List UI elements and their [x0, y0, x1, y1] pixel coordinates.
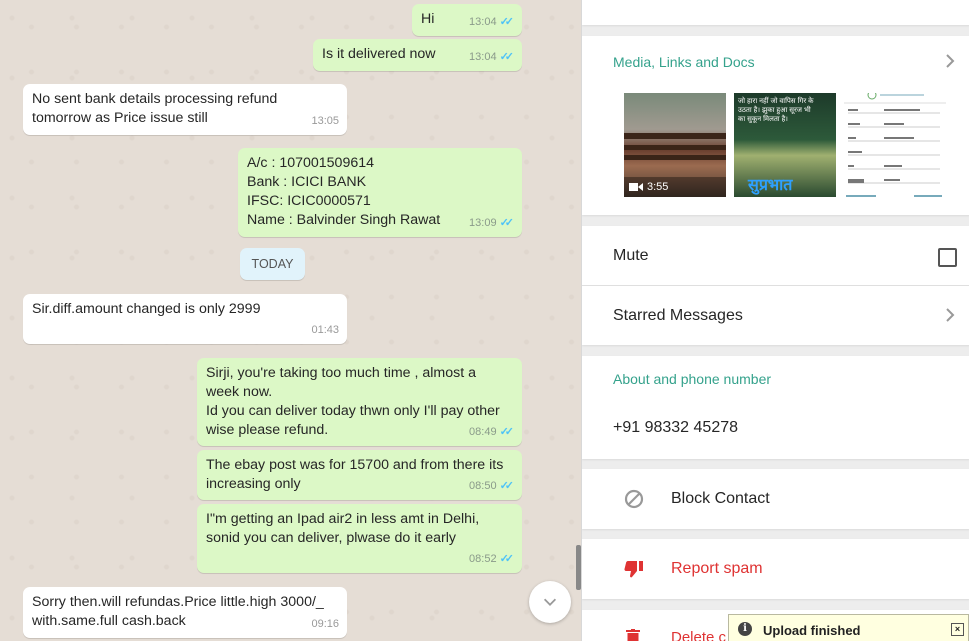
- chevron-right-icon[interactable]: [944, 54, 956, 73]
- message-text: Sirji, you're taking too much time , alm…: [206, 365, 500, 438]
- video-camera-icon: [629, 183, 643, 191]
- report-spam-label: Report spam: [671, 560, 763, 577]
- thumbs-down-icon: [624, 561, 643, 578]
- delete-chat-label: Delete c: [671, 629, 727, 641]
- media-thumbnail-document[interactable]: [844, 93, 946, 197]
- message-text: No sent bank details processing refund t…: [32, 91, 278, 126]
- message-meta: 13:05: [311, 112, 339, 131]
- message-time: 13:04: [469, 51, 497, 63]
- starred-messages-label: Starred Messages: [613, 307, 743, 324]
- contact-info-pane: Media, Links and Docs 3:55 जो हारा नहीं …: [581, 0, 969, 641]
- message-bubble[interactable]: Hi 13:04 ✓✓: [412, 4, 522, 36]
- chat-pane[interactable]: Hi 13:04 ✓✓ Is it delivered now 13:04 ✓✓ N…: [0, 0, 581, 641]
- media-thumbnail-image[interactable]: जो हारा नहीं जो वापिस गिर के उठता है। झु…: [734, 93, 836, 197]
- message-meta: 08:49 ✓✓: [469, 423, 514, 442]
- block-contact-label: Block Contact: [671, 490, 770, 507]
- message-bubble[interactable]: The ebay post was for 15700 and from the…: [197, 450, 522, 500]
- info-icon: i: [738, 622, 752, 636]
- about-section-title: About and phone number: [613, 371, 772, 387]
- read-ticks-icon: ✓✓: [499, 51, 515, 63]
- message-bubble[interactable]: Sir.diff.amount changed is only 2999 01:…: [23, 294, 347, 344]
- message-bubble[interactable]: A/c : 107001509614 Bank : ICICI BANK IFS…: [238, 148, 522, 237]
- starred-messages-row[interactable]: Starred Messages: [582, 286, 969, 345]
- mute-label: Mute: [613, 247, 649, 264]
- message-meta: 09:16: [311, 615, 339, 634]
- message-time: 08:50: [469, 480, 497, 492]
- message-text: Sorry then.will refundas.Price little.hi…: [32, 594, 324, 629]
- image-title: सुप्रभात: [748, 177, 793, 194]
- mute-row[interactable]: Mute: [582, 226, 969, 285]
- scroll-to-bottom-button[interactable]: [529, 581, 571, 623]
- message-bubble[interactable]: No sent bank details processing refund t…: [23, 84, 347, 135]
- read-ticks-icon: ✓✓: [499, 16, 515, 28]
- chevron-down-icon: [543, 598, 557, 606]
- upload-status-text: Upload finished: [763, 623, 861, 638]
- mute-checkbox[interactable]: [938, 248, 957, 267]
- trash-icon: [626, 629, 640, 641]
- message-meta: 13:04 ✓✓: [469, 48, 514, 67]
- about-section: About and phone number +91 98332 45278: [582, 356, 969, 459]
- message-text: The ebay post was for 15700 and from the…: [206, 457, 504, 492]
- block-icon: [624, 489, 644, 509]
- phone-number[interactable]: +91 98332 45278: [613, 419, 738, 437]
- message-time: 13:09: [469, 217, 497, 229]
- message-meta: 08:50 ✓✓: [469, 477, 514, 496]
- read-ticks-icon: ✓✓: [499, 480, 515, 492]
- message-text: Sir.diff.amount changed is only 2999: [32, 301, 261, 317]
- message-meta: 13:09 ✓✓: [469, 214, 514, 233]
- message-meta: 08:52 ✓✓: [469, 550, 514, 569]
- message-time: 01:43: [311, 324, 339, 336]
- message-time: 13:05: [311, 115, 339, 127]
- read-ticks-icon: ✓✓: [499, 426, 515, 438]
- message-meta: 01:43: [311, 321, 339, 340]
- top-card-edge: [582, 0, 969, 25]
- read-ticks-icon: ✓✓: [499, 217, 515, 229]
- media-section-title: Media, Links and Docs: [613, 54, 755, 70]
- message-text: I"m getting an Ipad air2 in less amt in …: [206, 511, 480, 546]
- message-time: 13:04: [469, 16, 497, 28]
- media-thumbnail-video[interactable]: 3:55: [624, 93, 726, 197]
- date-divider: TODAY: [240, 248, 305, 280]
- document-preview: [844, 93, 946, 197]
- message-time: 08:49: [469, 426, 497, 438]
- message-time: 08:52: [469, 553, 497, 565]
- video-duration: 3:55: [647, 181, 669, 193]
- message-bubble[interactable]: I"m getting an Ipad air2 in less amt in …: [197, 504, 522, 573]
- message-meta: 13:04 ✓✓: [469, 13, 514, 32]
- report-spam-row[interactable]: Report spam: [582, 539, 969, 599]
- close-icon[interactable]: ×: [951, 623, 964, 636]
- video-duration-badge: 3:55: [629, 181, 668, 193]
- upload-toast: i Upload finished ×: [728, 614, 969, 641]
- message-bubble[interactable]: Sirji, you're taking too much time , alm…: [197, 358, 522, 446]
- read-ticks-icon: ✓✓: [499, 553, 515, 565]
- chevron-right-icon: [944, 308, 956, 327]
- image-caption: जो हारा नहीं जो वापिस गिर के उठता है। झु…: [738, 98, 814, 123]
- message-bubble[interactable]: Is it delivered now 13:04 ✓✓: [313, 39, 522, 71]
- message-time: 09:16: [311, 618, 339, 630]
- block-contact-row[interactable]: Block Contact: [582, 469, 969, 529]
- message-bubble[interactable]: Sorry then.will refundas.Price little.hi…: [23, 587, 347, 638]
